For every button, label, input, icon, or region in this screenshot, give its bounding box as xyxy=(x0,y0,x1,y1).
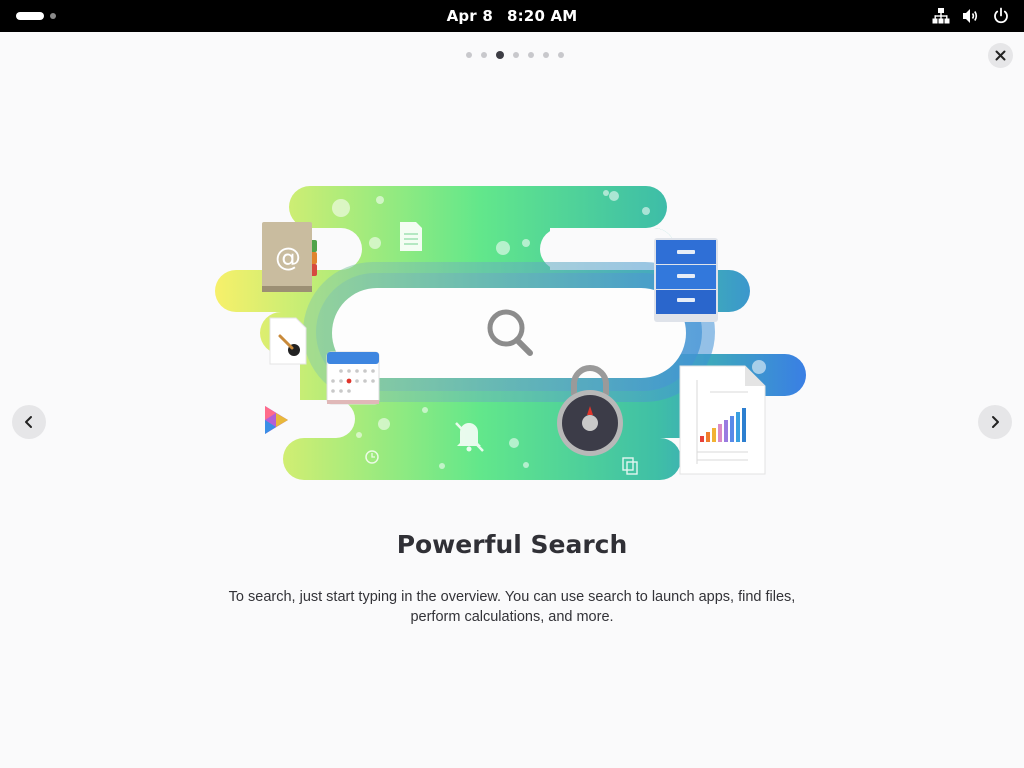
network-icon xyxy=(932,8,950,24)
workspace-indicator xyxy=(50,13,56,19)
search-illustration: @ xyxy=(210,186,810,480)
previous-page-button[interactable] xyxy=(12,405,46,439)
top-bar: Apr 8 8:20 AM xyxy=(0,0,1024,32)
clock-time: 8:20 AM xyxy=(506,7,578,25)
files-icon xyxy=(654,238,718,322)
page-dot-6[interactable] xyxy=(543,52,549,58)
calendar-icon xyxy=(326,351,380,405)
slide-title: Powerful Search xyxy=(396,530,628,559)
chevron-right-icon xyxy=(992,416,999,428)
paint-icon xyxy=(269,317,307,365)
close-button[interactable] xyxy=(988,43,1013,68)
slide-description-line-1: To search, just start typing in the over… xyxy=(228,589,796,605)
page-dot-1[interactable] xyxy=(466,52,472,58)
page-dot-5[interactable] xyxy=(528,52,534,58)
page-dot-4[interactable] xyxy=(513,52,519,58)
activities-button[interactable] xyxy=(16,12,60,20)
svg-text:@: @ xyxy=(275,243,301,273)
page-dot-3-active[interactable] xyxy=(496,51,504,59)
page-dot-2[interactable] xyxy=(481,52,487,58)
clock[interactable]: Apr 8 8:20 AM xyxy=(0,0,1024,32)
slide-description-line-2: perform calculations, and more. xyxy=(410,608,614,625)
slide-description: To search, just start typing in the over… xyxy=(212,588,812,627)
system-tray[interactable] xyxy=(932,7,1010,25)
clock-date: Apr 8 xyxy=(446,7,493,25)
page-indicator xyxy=(466,51,564,59)
contacts-icon: @ xyxy=(262,222,317,292)
workspace-indicator-active xyxy=(16,12,44,20)
page-dot-7[interactable] xyxy=(558,52,564,58)
volume-icon xyxy=(963,9,978,23)
document-icon xyxy=(400,222,422,251)
next-page-button[interactable] xyxy=(978,405,1012,439)
spreadsheet-icon xyxy=(679,365,766,475)
chevron-left-icon xyxy=(25,416,32,428)
close-icon xyxy=(995,50,1006,61)
power-icon xyxy=(994,7,1008,24)
